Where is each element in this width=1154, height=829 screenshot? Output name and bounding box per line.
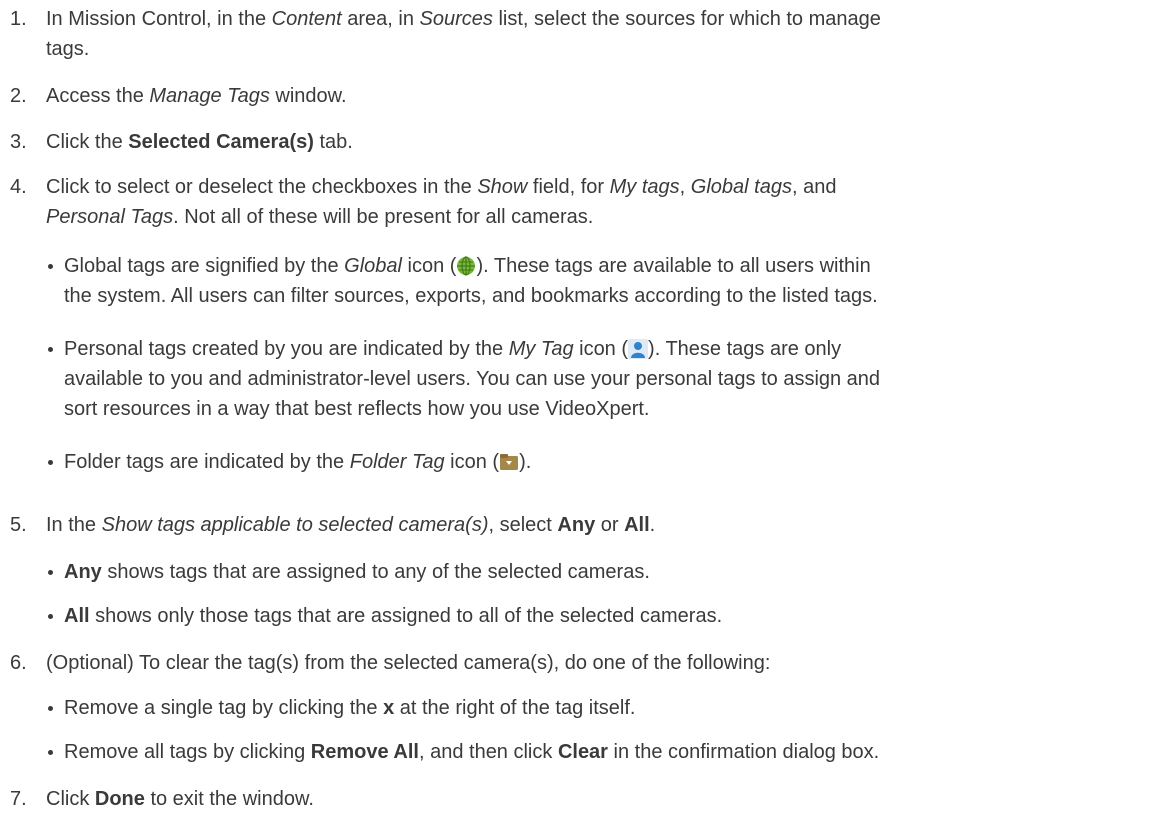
list-item-folder-tags: Folder tags are indicated by the Folder … xyxy=(46,447,1150,477)
folder-icon xyxy=(500,454,519,470)
list-item-global-tags: Global tags are signified by the Global … xyxy=(46,251,1150,311)
bullet-dot xyxy=(46,251,64,311)
list-item-remove-single: Remove a single tag by clicking the x at… xyxy=(46,693,1150,723)
step-6: 6. (Optional) To clear the tag(s) from t… xyxy=(10,648,1150,678)
list-item-remove-all: Remove all tags by clicking Remove All, … xyxy=(46,737,1150,767)
bullet-dot xyxy=(46,693,64,723)
bullet-dot xyxy=(46,737,64,767)
bullet-text: Folder tags are indicated by the Folder … xyxy=(64,451,532,473)
bullet-text: Global tags are signified by the Global … xyxy=(64,255,878,307)
step-number: 7. xyxy=(10,788,27,810)
bullet-text: Remove a single tag by clicking the x at… xyxy=(64,697,636,719)
step-3: 3. Click the Selected Camera(s) tab. xyxy=(10,127,1150,157)
person-icon xyxy=(628,339,649,359)
step-text: Access the Manage Tags window. xyxy=(46,85,347,107)
list-item-any: Any shows tags that are assigned to any … xyxy=(46,557,1150,587)
list-item-my-tags: Personal tags created by you are indicat… xyxy=(46,334,1150,424)
step-number: 1. xyxy=(10,8,27,30)
step-number: 2. xyxy=(10,85,27,107)
step-4: 4. Click to select or deselect the check… xyxy=(10,172,1150,232)
step-text: (Optional) To clear the tag(s) from the … xyxy=(46,652,771,674)
list-item-all: All shows only those tags that are assig… xyxy=(46,601,1150,631)
procedure-page: 1. In Mission Control, in the Content ar… xyxy=(0,0,1154,829)
bullet-text: All shows only those tags that are assig… xyxy=(64,605,723,627)
step-5: 5. In the Show tags applicable to select… xyxy=(10,510,1150,540)
bullet-dot xyxy=(46,334,64,424)
bullet-dot xyxy=(46,557,64,587)
step-2: 2. Access the Manage Tags window. xyxy=(10,81,1150,111)
step-7: 7. Click Done to exit the window. xyxy=(10,784,1150,814)
globe-icon xyxy=(457,256,476,276)
bullet-text: Personal tags created by you are indicat… xyxy=(64,338,881,420)
step-text: Click Done to exit the window. xyxy=(46,788,314,810)
bullet-text: Remove all tags by clicking Remove All, … xyxy=(64,741,880,763)
step-text: In Mission Control, in the Content area,… xyxy=(46,8,881,60)
step-text: In the Show tags applicable to selected … xyxy=(46,514,656,536)
step-text: Click to select or deselect the checkbox… xyxy=(46,176,837,228)
bullet-dot xyxy=(46,601,64,631)
step-number: 6. xyxy=(10,652,27,674)
step-number: 5. xyxy=(10,514,27,536)
step-number: 3. xyxy=(10,131,27,153)
step-text: Click the Selected Camera(s) tab. xyxy=(46,131,353,153)
step-1: 1. In Mission Control, in the Content ar… xyxy=(10,4,1150,64)
step-number: 4. xyxy=(10,176,27,198)
bullet-dot xyxy=(46,447,64,477)
bullet-text: Any shows tags that are assigned to any … xyxy=(64,561,650,583)
